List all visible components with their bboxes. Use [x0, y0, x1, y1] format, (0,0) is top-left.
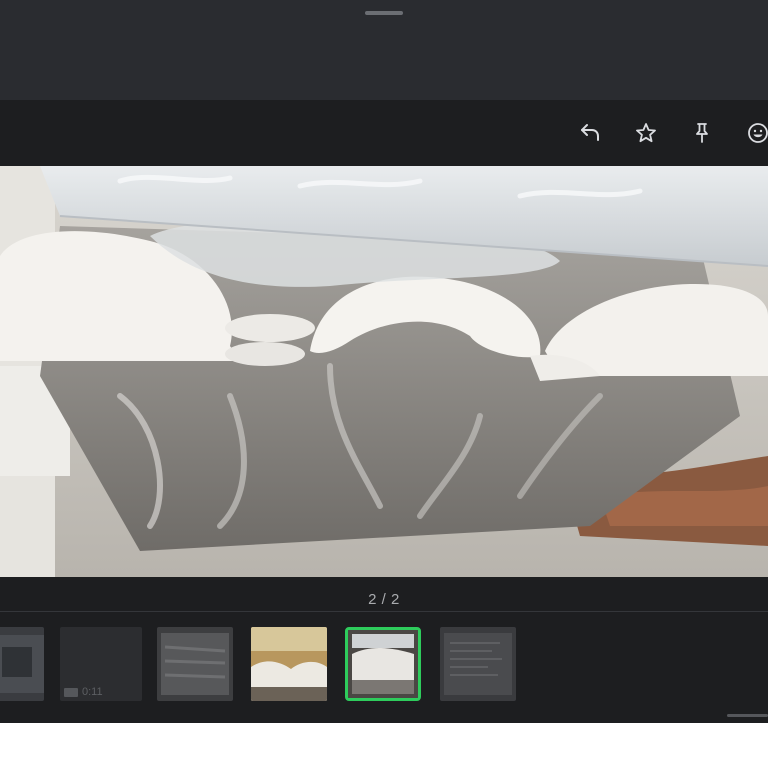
thumbnail-4-image	[251, 627, 327, 701]
media-viewer: 2 / 2 0:11	[0, 100, 768, 723]
react-button[interactable]	[742, 117, 768, 149]
emoji-icon	[748, 123, 768, 143]
thumbnail-strip-scroll-indicator[interactable]	[727, 714, 768, 717]
thumbnail-6-document[interactable]	[440, 627, 516, 701]
thumbnail-1-image	[0, 627, 44, 701]
pin-icon	[696, 123, 708, 143]
thumbnail-4[interactable]	[251, 627, 327, 701]
video-camera-icon	[64, 687, 78, 697]
reply-icon	[581, 124, 599, 141]
video-duration-label: 0:11	[82, 686, 103, 698]
thumbnail-2-video[interactable]: 0:11	[60, 627, 142, 701]
reply-button[interactable]	[574, 117, 606, 149]
thumbnail-3-image	[157, 627, 233, 701]
viewer-toolbar	[0, 100, 768, 166]
pin-button[interactable]	[686, 117, 718, 149]
thumbnail-5-image	[348, 630, 418, 698]
top-sheet	[0, 0, 768, 100]
thumbnail-5-selected[interactable]	[345, 627, 421, 701]
star-button[interactable]	[630, 117, 662, 149]
thumbnail-1[interactable]	[0, 627, 44, 701]
photo-freezer-frost[interactable]	[0, 166, 768, 577]
video-duration: 0:11	[64, 686, 103, 698]
bottom-area	[0, 723, 768, 768]
star-icon	[636, 123, 656, 143]
drag-handle[interactable]	[365, 11, 403, 15]
media-counter: 2 / 2	[368, 591, 400, 608]
strip-divider	[0, 611, 768, 612]
photo-content	[0, 166, 768, 577]
thumbnail-3[interactable]	[157, 627, 233, 701]
thumbnail-6-image	[440, 627, 516, 701]
